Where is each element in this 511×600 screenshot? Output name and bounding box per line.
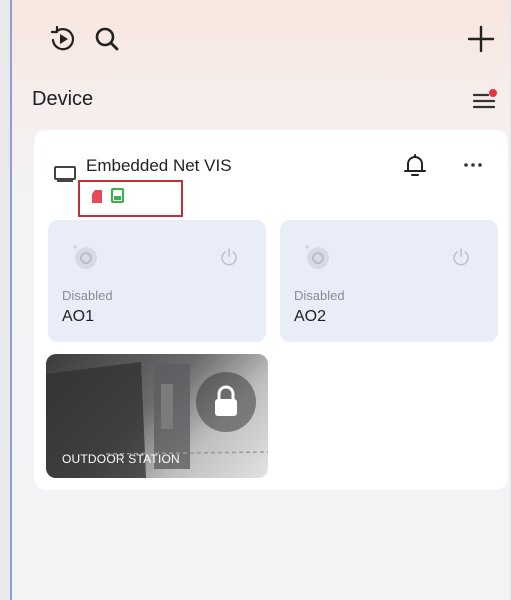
device-icon [54, 166, 76, 182]
power-icon[interactable] [218, 246, 240, 268]
device-name[interactable]: Embedded Net VIS [86, 156, 232, 176]
bell-icon[interactable] [400, 150, 430, 180]
ao-status-icon [304, 244, 332, 272]
page-title: Device [32, 88, 94, 110]
menu-icon[interactable] [470, 86, 498, 114]
ao-tile[interactable]: Disabled AO1 [48, 220, 266, 342]
ao-status-text: Disabled [62, 288, 113, 303]
camera-preview[interactable]: OUTDOOR STATION [46, 354, 268, 478]
sd-card-ok-icon [111, 188, 124, 203]
lock-icon [212, 384, 240, 418]
top-bar [12, 0, 510, 80]
device-card: Embedded Net VIS Disabled AO1 Disabled A… [34, 130, 508, 490]
ao-name: AO2 [294, 308, 327, 325]
ao-tile[interactable]: Disabled AO2 [280, 220, 498, 342]
ao-status-text: Disabled [294, 288, 345, 303]
add-icon[interactable] [464, 22, 498, 56]
playback-icon[interactable] [48, 24, 78, 54]
more-icon[interactable] [458, 152, 488, 178]
lock-button[interactable] [196, 372, 256, 432]
ao-status-icon [72, 244, 100, 272]
power-icon[interactable] [450, 246, 472, 268]
search-icon[interactable] [92, 24, 122, 54]
app-frame: Device Embedded Net VIS Disabled AO1 Dis… [10, 0, 510, 600]
camera-label: OUTDOOR STATION [62, 452, 180, 466]
ao-name: AO1 [62, 308, 95, 325]
